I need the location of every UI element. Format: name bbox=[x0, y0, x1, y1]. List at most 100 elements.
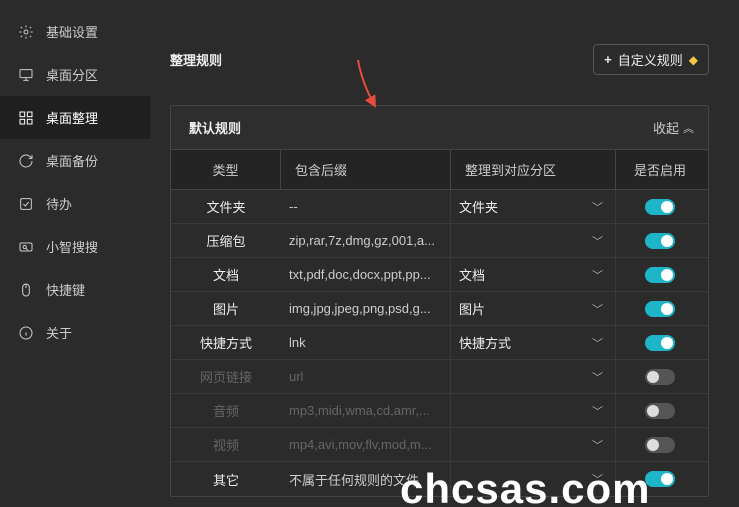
table-row: 音频mp3,midi,wma,cd,amr,... ﹀ bbox=[171, 394, 708, 428]
header-ext: 包含后缀 bbox=[281, 150, 451, 189]
sidebar-item-5[interactable]: 小智搜搜 bbox=[0, 225, 150, 268]
sidebar-item-label: 小智搜搜 bbox=[46, 237, 98, 256]
mouse-icon bbox=[18, 282, 34, 298]
sidebar-item-7[interactable]: 关于 bbox=[0, 311, 150, 354]
cell-type: 文档 bbox=[171, 258, 281, 291]
cell-dest-select[interactable]: 图片﹀ bbox=[451, 292, 616, 325]
chevron-down-icon: ﹀ bbox=[592, 437, 603, 453]
sidebar-item-1[interactable]: 桌面分区 bbox=[0, 53, 150, 96]
chevron-down-icon: ﹀ bbox=[592, 301, 603, 317]
header-enable: 是否启用 bbox=[616, 150, 704, 189]
collapse-label: 收起 bbox=[653, 118, 679, 137]
enable-toggle[interactable] bbox=[645, 233, 675, 249]
sidebar-item-2[interactable]: 桌面整理 bbox=[0, 96, 150, 139]
table-title: 默认规则 bbox=[189, 118, 241, 137]
cell-type: 快捷方式 bbox=[171, 326, 281, 359]
cell-dest-select[interactable]: ﹀ bbox=[451, 462, 616, 496]
cell-ext: img,jpg,jpeg,png,psd,g... bbox=[281, 292, 451, 325]
table-row: 压缩包zip,rar,7z,dmg,gz,001,a... ﹀ bbox=[171, 224, 708, 258]
plus-icon: + bbox=[604, 52, 612, 67]
cell-dest-select[interactable]: 文件夹﹀ bbox=[451, 190, 616, 223]
cell-ext: -- bbox=[281, 190, 451, 223]
sidebar-item-label: 基础设置 bbox=[46, 22, 98, 41]
cell-enable bbox=[616, 224, 704, 257]
enable-toggle[interactable] bbox=[645, 471, 675, 487]
enable-toggle[interactable] bbox=[645, 437, 675, 453]
gear-icon bbox=[18, 24, 34, 40]
sidebar-item-label: 桌面整理 bbox=[46, 108, 98, 127]
search-box-icon bbox=[18, 239, 34, 255]
cell-ext: 不属于任何规则的文件 bbox=[281, 462, 451, 496]
section-title: 整理规则 bbox=[170, 50, 222, 69]
chevron-down-icon: ﹀ bbox=[592, 335, 603, 351]
cell-dest-select[interactable]: ﹀ bbox=[451, 428, 616, 461]
cell-type: 音频 bbox=[171, 394, 281, 427]
cell-enable bbox=[616, 360, 704, 393]
chevron-down-icon: ﹀ bbox=[592, 369, 603, 385]
custom-rule-button[interactable]: + 自定义规则 ◆ bbox=[593, 44, 709, 75]
table-header: 类型 包含后缀 整理到对应分区 是否启用 bbox=[171, 149, 708, 190]
table-row: 文档txt,pdf,doc,docx,ppt,pp...文档﹀ bbox=[171, 258, 708, 292]
chevron-up-icon: ︽ bbox=[683, 120, 690, 136]
table-row: 图片img,jpg,jpeg,png,psd,g...图片﹀ bbox=[171, 292, 708, 326]
enable-toggle[interactable] bbox=[645, 267, 675, 283]
sidebar-item-0[interactable]: 基础设置 bbox=[0, 10, 150, 53]
info-icon bbox=[18, 325, 34, 341]
checkbox-icon bbox=[18, 196, 34, 212]
sidebar-item-label: 桌面分区 bbox=[46, 65, 98, 84]
cell-dest-select[interactable]: ﹀ bbox=[451, 360, 616, 393]
enable-toggle[interactable] bbox=[645, 199, 675, 215]
collapse-button[interactable]: 收起 ︽ bbox=[653, 118, 690, 137]
cell-ext: mp3,midi,wma,cd,amr,... bbox=[281, 394, 451, 427]
sidebar-item-4[interactable]: 待办 bbox=[0, 182, 150, 225]
enable-toggle[interactable] bbox=[645, 301, 675, 317]
cell-dest-select[interactable]: 文档﹀ bbox=[451, 258, 616, 291]
refresh-icon bbox=[18, 153, 34, 169]
sidebar-item-label: 待办 bbox=[46, 194, 72, 213]
cell-enable bbox=[616, 258, 704, 291]
enable-toggle[interactable] bbox=[645, 369, 675, 385]
cell-type: 压缩包 bbox=[171, 224, 281, 257]
cell-dest-select[interactable]: ﹀ bbox=[451, 394, 616, 427]
chevron-down-icon: ﹀ bbox=[592, 403, 603, 419]
header-dest: 整理到对应分区 bbox=[451, 150, 616, 189]
sidebar-item-label: 快捷键 bbox=[46, 280, 85, 299]
cell-dest-select[interactable]: ﹀ bbox=[451, 224, 616, 257]
cell-enable bbox=[616, 428, 704, 461]
sidebar-item-6[interactable]: 快捷键 bbox=[0, 268, 150, 311]
chevron-down-icon: ﹀ bbox=[592, 199, 603, 215]
chevron-down-icon: ﹀ bbox=[592, 471, 603, 487]
table-row: 文件夹--文件夹﹀ bbox=[171, 190, 708, 224]
sidebar-item-label: 桌面备份 bbox=[46, 151, 98, 170]
cell-enable bbox=[616, 190, 704, 223]
table-row: 快捷方式lnk快捷方式﹀ bbox=[171, 326, 708, 360]
cell-enable bbox=[616, 394, 704, 427]
enable-toggle[interactable] bbox=[645, 335, 675, 351]
cell-ext: lnk bbox=[281, 326, 451, 359]
header-type: 类型 bbox=[171, 150, 281, 189]
main-panel: 整理规则 + 自定义规则 ◆ 默认规则 收起 ︽ 类型 包含后缀 整理到对应分区… bbox=[150, 0, 739, 507]
cell-dest-select[interactable]: 快捷方式﹀ bbox=[451, 326, 616, 359]
sidebar-item-label: 关于 bbox=[46, 323, 72, 342]
sidebar-item-3[interactable]: 桌面备份 bbox=[0, 139, 150, 182]
sidebar: 基础设置桌面分区桌面整理桌面备份待办小智搜搜快捷键关于 bbox=[0, 0, 150, 507]
table-row: 网页链接url﹀ bbox=[171, 360, 708, 394]
grid-icon bbox=[18, 110, 34, 126]
chevron-down-icon: ﹀ bbox=[592, 233, 603, 249]
enable-toggle[interactable] bbox=[645, 403, 675, 419]
cell-ext: txt,pdf,doc,docx,ppt,pp... bbox=[281, 258, 451, 291]
cell-enable bbox=[616, 326, 704, 359]
custom-rule-label: 自定义规则 bbox=[618, 50, 683, 69]
cell-enable bbox=[616, 292, 704, 325]
rules-table: 默认规则 收起 ︽ 类型 包含后缀 整理到对应分区 是否启用 文件夹--文件夹﹀… bbox=[170, 105, 709, 497]
cell-type: 其它 bbox=[171, 462, 281, 496]
cell-enable bbox=[616, 462, 704, 496]
table-row: 其它不属于任何规则的文件 ﹀ bbox=[171, 462, 708, 496]
cell-ext: url bbox=[281, 360, 451, 393]
cell-type: 视频 bbox=[171, 428, 281, 461]
vip-diamond-icon: ◆ bbox=[689, 53, 698, 67]
cell-ext: zip,rar,7z,dmg,gz,001,a... bbox=[281, 224, 451, 257]
cell-type: 文件夹 bbox=[171, 190, 281, 223]
monitor-icon bbox=[18, 67, 34, 83]
cell-ext: mp4,avi,mov,flv,mod,m... bbox=[281, 428, 451, 461]
